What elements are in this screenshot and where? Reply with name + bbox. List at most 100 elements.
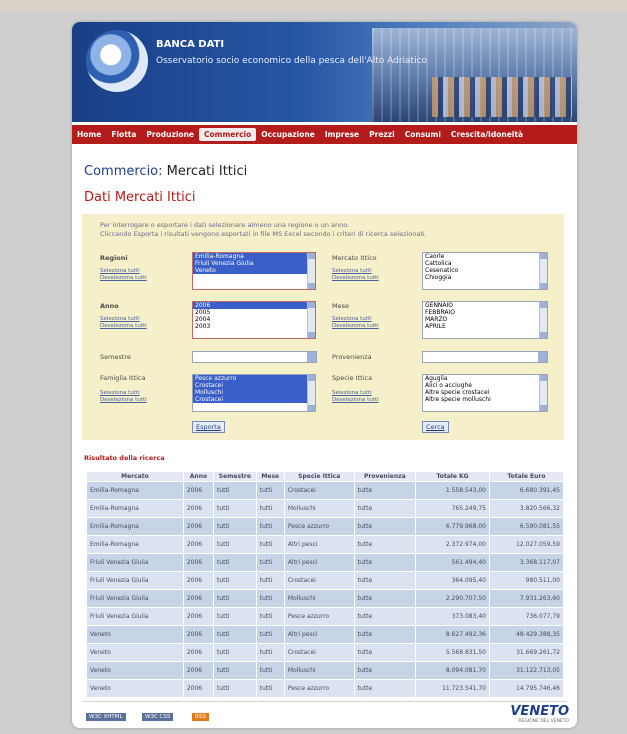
anno-scrollbar[interactable] bbox=[307, 302, 315, 338]
cell-semestre: tutti bbox=[213, 517, 257, 536]
esporta-button[interactable]: Esporta bbox=[192, 421, 225, 433]
mercato-deselect-all[interactable]: Deseleziona tutti bbox=[332, 275, 379, 282]
mercato-option[interactable]: Cesenatico bbox=[423, 267, 547, 274]
famiglia-option[interactable]: Pesce azzurro bbox=[193, 375, 315, 382]
provenienza-label: Provenienza bbox=[332, 353, 372, 361]
mercato-option[interactable]: Caorle bbox=[423, 253, 547, 260]
anno-links: Seleziona tutti Deseleziona tutti bbox=[100, 316, 147, 330]
famiglia-scrollbar[interactable] bbox=[307, 375, 315, 411]
cell-mercato: Friuli Venezia Giulia bbox=[86, 571, 184, 590]
nav-imprese[interactable]: Imprese bbox=[320, 130, 364, 139]
col-specie[interactable]: Specie Ittica bbox=[283, 471, 355, 482]
site-logo[interactable] bbox=[86, 30, 148, 92]
nav-flotta[interactable]: Flotta bbox=[106, 130, 141, 139]
mese-select-all[interactable]: Seleziona tutti bbox=[332, 316, 379, 323]
xhtml-badge[interactable]: W3C XHTML bbox=[86, 713, 126, 721]
cell-totale-kg: 373.083,40 bbox=[415, 607, 490, 626]
table-row: Emilia-Romagna 2006 tutti tutti Pesce azzurr… bbox=[86, 517, 565, 536]
cell-anno: 2006 bbox=[182, 625, 215, 644]
cell-semestre: tutti bbox=[213, 661, 257, 680]
col-totale-kg[interactable]: Totale KG bbox=[415, 471, 490, 482]
mercato-listbox[interactable]: Caorle Cattolica Cesenatico Chioggia bbox=[422, 252, 548, 290]
cell-semestre: tutti bbox=[213, 643, 257, 662]
regioni-deselect-all[interactable]: Deseleziona tutti bbox=[100, 275, 147, 282]
anno-option[interactable]: 2006 bbox=[193, 302, 315, 309]
nav-occupazione[interactable]: Occupazione bbox=[256, 130, 320, 139]
specie-scrollbar[interactable] bbox=[539, 375, 547, 411]
mercato-select-all[interactable]: Seleziona tutti bbox=[332, 268, 379, 275]
mese-option[interactable]: MARZO bbox=[423, 316, 547, 323]
cerca-button[interactable]: Cerca bbox=[422, 421, 449, 433]
form-intro-line-1: Per interrogare o esportare i dati selez… bbox=[100, 221, 350, 229]
mese-option[interactable]: FEBBRAIO bbox=[423, 309, 547, 316]
specie-option[interactable]: Alici o acciughe bbox=[423, 382, 547, 389]
mese-listbox[interactable]: GENNAIO FEBBRAIO MARZO APRILE bbox=[422, 301, 548, 339]
nav-prezzi[interactable]: Prezzi bbox=[364, 130, 400, 139]
cell-mercato: Friuli Venezia Giulia bbox=[86, 607, 184, 626]
regioni-option[interactable]: Emilia-Romagna bbox=[193, 253, 315, 260]
anno-option[interactable]: 2003 bbox=[193, 323, 315, 330]
col-mese[interactable]: Mese bbox=[255, 471, 285, 482]
col-semestre[interactable]: Semestre bbox=[213, 471, 257, 482]
specie-option[interactable]: Aguglia bbox=[423, 375, 547, 382]
cell-semestre: tutti bbox=[213, 625, 257, 644]
regioni-select-all[interactable]: Seleziona tutti bbox=[100, 268, 147, 275]
mese-option[interactable]: GENNAIO bbox=[423, 302, 547, 309]
mese-option[interactable]: APRILE bbox=[423, 323, 547, 330]
famiglia-deselect-all[interactable]: Deseleziona tutti bbox=[100, 397, 147, 404]
cell-semestre: tutti bbox=[213, 499, 257, 518]
veneto-logo-text: VENETO bbox=[510, 704, 569, 719]
nav-commercio[interactable]: Commercio bbox=[199, 128, 257, 141]
nav-produzione[interactable]: Produzione bbox=[141, 130, 199, 139]
famiglia-option[interactable]: Molluschi bbox=[193, 389, 315, 396]
col-mercato[interactable]: Mercato bbox=[86, 471, 184, 482]
regioni-option[interactable]: Friuli Venezia Giulia bbox=[193, 260, 315, 267]
col-anno[interactable]: Anno bbox=[182, 471, 215, 482]
specie-select-all[interactable]: Seleziona tutti bbox=[332, 390, 379, 397]
famiglia-option[interactable]: Crostacei bbox=[193, 396, 315, 403]
anno-select-all[interactable]: Seleziona tutti bbox=[100, 316, 147, 323]
provenienza-select[interactable] bbox=[422, 351, 548, 363]
mercato-option[interactable]: Cattolica bbox=[423, 260, 547, 267]
cell-totale-euro: 3.368.117,07 bbox=[488, 553, 565, 572]
cell-totale-kg: 561.494,40 bbox=[415, 553, 490, 572]
cell-provenienza: tutte bbox=[353, 535, 417, 554]
regione-veneto-logo[interactable]: VENETO REGIONE DEL VENETO bbox=[510, 704, 569, 724]
specie-option[interactable]: Altre specie molluschi bbox=[423, 396, 547, 403]
cell-totale-euro: 31.122.713,05 bbox=[488, 661, 565, 680]
semestre-select[interactable] bbox=[192, 351, 317, 363]
nav-crescita[interactable]: Crescita/Idoneità bbox=[446, 130, 528, 139]
cell-mercato: Emilia-Romagna bbox=[86, 481, 184, 500]
css-badge[interactable]: W3C CSS bbox=[142, 713, 174, 721]
famiglia-listbox[interactable]: Pesce azzurro Crostacei Molluschi Crosta… bbox=[192, 374, 316, 412]
regioni-scrollbar[interactable] bbox=[307, 253, 315, 289]
specie-option[interactable]: Altre specie crostacei bbox=[423, 389, 547, 396]
cell-specie: Altri pesci bbox=[283, 535, 355, 554]
site-subtitle: Osservatorio socio economico della pesca… bbox=[156, 56, 428, 66]
cell-totale-euro: 736.077,79 bbox=[488, 607, 565, 626]
boats-photo bbox=[432, 77, 572, 117]
cell-specie: Molluschi bbox=[283, 589, 355, 608]
regioni-option[interactable]: Veneto bbox=[193, 267, 315, 274]
nav-home[interactable]: Home bbox=[72, 130, 106, 139]
mese-scrollbar[interactable] bbox=[539, 302, 547, 338]
col-totale-euro[interactable]: Totale Euro bbox=[488, 471, 565, 482]
cell-totale-kg: 5.568.831,50 bbox=[415, 643, 490, 662]
cell-totale-euro: 3.820.566,32 bbox=[488, 499, 565, 518]
specie-listbox[interactable]: Aguglia Alici o acciughe Altre specie cr… bbox=[422, 374, 548, 412]
nav-consumi[interactable]: Consumi bbox=[400, 130, 446, 139]
anno-deselect-all[interactable]: Deseleziona tutti bbox=[100, 323, 147, 330]
rss-badge[interactable]: RSS bbox=[192, 713, 209, 721]
anno-option[interactable]: 2005 bbox=[193, 309, 315, 316]
famiglia-option[interactable]: Crostacei bbox=[193, 382, 315, 389]
famiglia-select-all[interactable]: Seleziona tutti bbox=[100, 390, 147, 397]
anno-option[interactable]: 2004 bbox=[193, 316, 315, 323]
col-provenienza[interactable]: Provenienza bbox=[353, 471, 417, 482]
mercato-option[interactable]: Chioggia bbox=[423, 274, 547, 281]
mercato-scrollbar[interactable] bbox=[539, 253, 547, 289]
mese-deselect-all[interactable]: Deseleziona tutti bbox=[332, 323, 379, 330]
regioni-listbox[interactable]: Emilia-Romagna Friuli Venezia Giulia Ven… bbox=[192, 252, 316, 290]
specie-links: Seleziona tutti Deseleziona tutti bbox=[332, 390, 379, 404]
anno-listbox[interactable]: 2006 2005 2004 2003 bbox=[192, 301, 316, 339]
specie-deselect-all[interactable]: Deseleziona tutti bbox=[332, 397, 379, 404]
